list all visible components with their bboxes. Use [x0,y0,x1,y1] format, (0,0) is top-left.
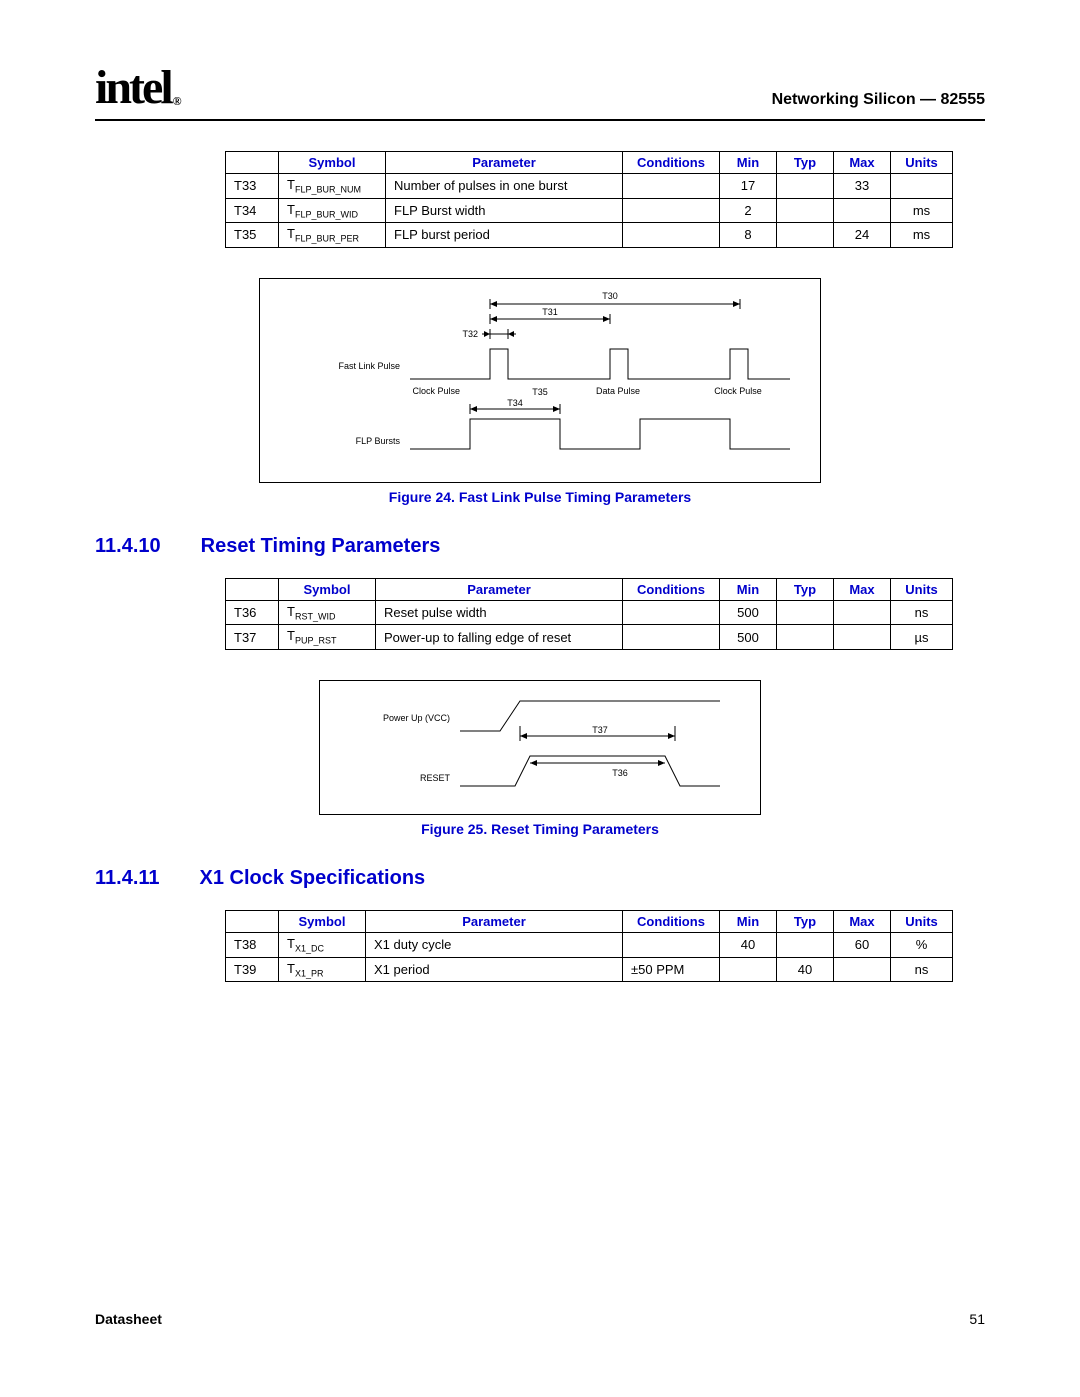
table-header-row: Symbol Parameter Conditions Min Typ Max … [226,910,953,932]
svg-text:T37: T37 [592,725,608,735]
section-title: X1 Clock Specifications [200,867,426,890]
col-max: Max [834,152,891,174]
svg-text:Power Up (VCC): Power Up (VCC) [383,713,450,723]
svg-text:T30: T30 [602,291,618,301]
col-units: Units [891,152,953,174]
figure-24-caption: Figure 24. Fast Link Pulse Timing Parame… [95,489,985,505]
page-number: 51 [969,1311,985,1327]
table-header-row: Symbol Parameter Conditions Min Typ Max … [226,578,953,600]
svg-text:T34: T34 [507,398,523,408]
col-conditions: Conditions [623,152,720,174]
svg-text:Data Pulse: Data Pulse [596,386,640,396]
registered-mark: ® [173,94,179,109]
svg-text:Clock Pulse: Clock Pulse [412,386,460,396]
section-reset-timing: 11.4.10 Reset Timing Parameters [95,535,985,558]
header: intel ® Networking Silicon — 82555 [95,60,985,121]
footer-label: Datasheet [95,1311,162,1327]
svg-text:RESET: RESET [420,773,451,783]
flp-burst-table: Symbol Parameter Conditions Min Typ Max … [225,151,953,248]
svg-text:T32: T32 [462,329,478,339]
table-row: T34 TFLP_BUR_WID FLP Burst width 2 ms [226,198,953,223]
section-x1-clock: 11.4.11 X1 Clock Specifications [95,867,985,890]
table-header-row: Symbol Parameter Conditions Min Typ Max … [226,152,953,174]
svg-text:T35: T35 [532,387,548,397]
col-typ: Typ [777,152,834,174]
table-row: T35 TFLP_BUR_PER FLP burst period 8 24 m… [226,223,953,248]
svg-text:T31: T31 [542,307,558,317]
fast-link-pulse-diagram: T30 T31 T32 Fast Link Pulse Clock Pulse … [260,279,820,479]
section-title: Reset Timing Parameters [201,535,441,558]
figure-25-box: Power Up (VCC) T37 RESET T36 [319,680,761,815]
table-row: T36 TRST_WID Reset pulse width 500 ns [226,600,953,625]
logo-text: intel [95,60,171,115]
svg-text:Fast Link Pulse: Fast Link Pulse [338,361,400,371]
table-row: T38 TX1_DC X1 duty cycle 40 60 % [226,932,953,957]
footer: Datasheet 51 [95,1311,985,1327]
x1-clock-table: Symbol Parameter Conditions Min Typ Max … [225,910,953,982]
intel-logo: intel ® [95,60,179,115]
figure-25-caption: Figure 25. Reset Timing Parameters [95,821,985,837]
col-symbol: Symbol [279,152,386,174]
reset-timing-diagram: Power Up (VCC) T37 RESET T36 [320,681,760,811]
col-min: Min [720,152,777,174]
col-parameter: Parameter [386,152,623,174]
col-blank [226,152,279,174]
reset-timing-table: Symbol Parameter Conditions Min Typ Max … [225,578,953,650]
document-title: Networking Silicon — 82555 [772,91,985,115]
table-row: T39 TX1_PR X1 period ±50 PPM 40 ns [226,957,953,982]
svg-text:Clock Pulse: Clock Pulse [714,386,762,396]
section-number: 11.4.11 [95,867,160,890]
section-number: 11.4.10 [95,535,161,558]
figure-24-box: T30 T31 T32 Fast Link Pulse Clock Pulse … [259,278,821,483]
table-row: T33 TFLP_BUR_NUM Number of pulses in one… [226,174,953,199]
svg-text:FLP Bursts: FLP Bursts [356,436,401,446]
svg-text:T36: T36 [612,768,628,778]
table-row: T37 TPUP_RST Power-up to falling edge of… [226,625,953,650]
page: intel ® Networking Silicon — 82555 Symbo… [0,0,1080,1397]
